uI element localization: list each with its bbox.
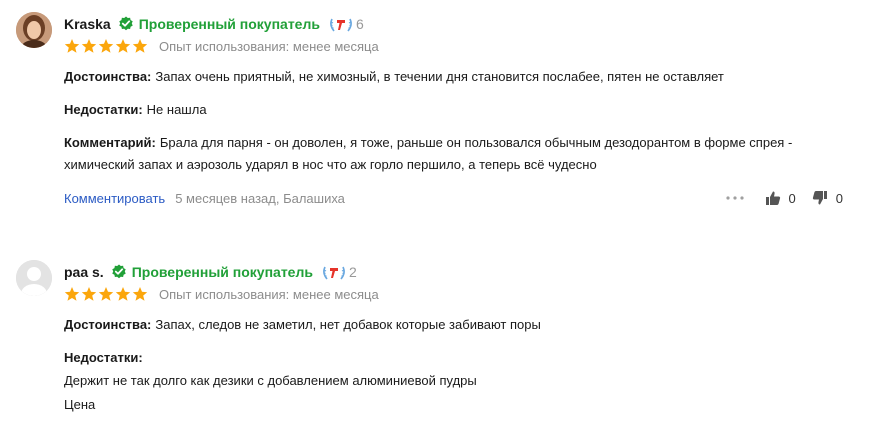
pros-label: Достоинства: xyxy=(64,69,152,84)
like-count: 0 xyxy=(788,190,796,206)
cons-field: Недостатки: Не нашла xyxy=(64,99,854,121)
comment-field-cont: химический запах и аэрозоль ударял в нос… xyxy=(64,154,854,176)
cons-text-line-1: Держит не так долго как дезики с добавле… xyxy=(64,370,854,392)
pros-field: Достоинства: Запах, следов не заметил, не… xyxy=(64,314,854,336)
award-laurel-icon[interactable] xyxy=(321,264,347,281)
star-icon xyxy=(132,287,148,301)
pros-label: Достоинства: xyxy=(64,317,152,332)
award-count: 6 xyxy=(355,16,364,32)
pros-field: Достоинства: Запах очень приятный, не хим… xyxy=(64,66,854,88)
star-icon xyxy=(115,287,131,301)
comment-field: Комментарий: Брала для парня - он доволен… xyxy=(64,132,854,154)
cons-text: Держит не так долго как дезики с добавле… xyxy=(64,373,477,388)
usage-experience: Опыт использования: менее месяца xyxy=(159,38,379,54)
cons-text: Цена xyxy=(64,397,96,412)
comment-link[interactable]: Комментировать xyxy=(64,191,165,206)
cons-label: Недостатки: xyxy=(64,102,143,117)
star-icon xyxy=(64,39,80,53)
like-button[interactable]: 0 xyxy=(765,190,796,206)
verified-check-icon xyxy=(112,264,126,279)
comment-label: Комментарий: xyxy=(64,135,156,150)
star-rating xyxy=(64,286,149,302)
usage-experience: Опыт использования: менее месяца xyxy=(159,286,379,302)
cons-label: Недостатки: xyxy=(64,350,143,365)
cons-text-line-2: Цена xyxy=(64,394,854,416)
award-laurel-icon[interactable] xyxy=(328,16,354,33)
review-date-location: 5 месяцев назад, Балашиха xyxy=(175,190,345,206)
star-icon xyxy=(81,287,97,301)
review-footer: Комментировать 5 месяцев назад, Балашиха… xyxy=(64,189,843,207)
cons-text: Не нашла xyxy=(146,102,207,117)
dislike-count: 0 xyxy=(835,190,843,206)
star-icon xyxy=(98,39,114,53)
pros-text: Запах очень приятный, не химозный, в теч… xyxy=(155,69,724,84)
star-icon xyxy=(98,287,114,301)
comment-text-line-1: Брала для парня - он доволен, я тоже, ра… xyxy=(159,135,793,150)
star-icon xyxy=(132,39,148,53)
star-icon xyxy=(81,39,97,53)
award-count: 2 xyxy=(348,264,357,280)
avatar[interactable] xyxy=(16,260,52,296)
cons-field: Недостатки: xyxy=(64,347,854,369)
thumbs-up-icon xyxy=(765,191,780,205)
star-icon xyxy=(64,287,80,301)
avatar-photo xyxy=(16,12,52,48)
avatar[interactable] xyxy=(16,12,52,48)
more-dots-icon[interactable] xyxy=(725,195,745,201)
verified-buyer-label: Проверенный покупатель xyxy=(131,264,313,280)
default-avatar-icon xyxy=(16,260,52,296)
verified-check-icon xyxy=(119,16,133,31)
author-name[interactable]: Kraska xyxy=(64,16,111,32)
comment-text-line-2: химический запах и аэрозоль ударял в нос… xyxy=(64,157,597,172)
author-name[interactable]: paa s. xyxy=(64,264,104,280)
thumbs-down-icon xyxy=(812,191,827,205)
verified-buyer-label: Проверенный покупатель xyxy=(138,16,320,32)
star-icon xyxy=(115,39,131,53)
dislike-button[interactable]: 0 xyxy=(812,190,843,206)
star-rating xyxy=(64,38,149,54)
pros-text: Запах, следов не заметил, нет добавок ко… xyxy=(155,317,541,332)
